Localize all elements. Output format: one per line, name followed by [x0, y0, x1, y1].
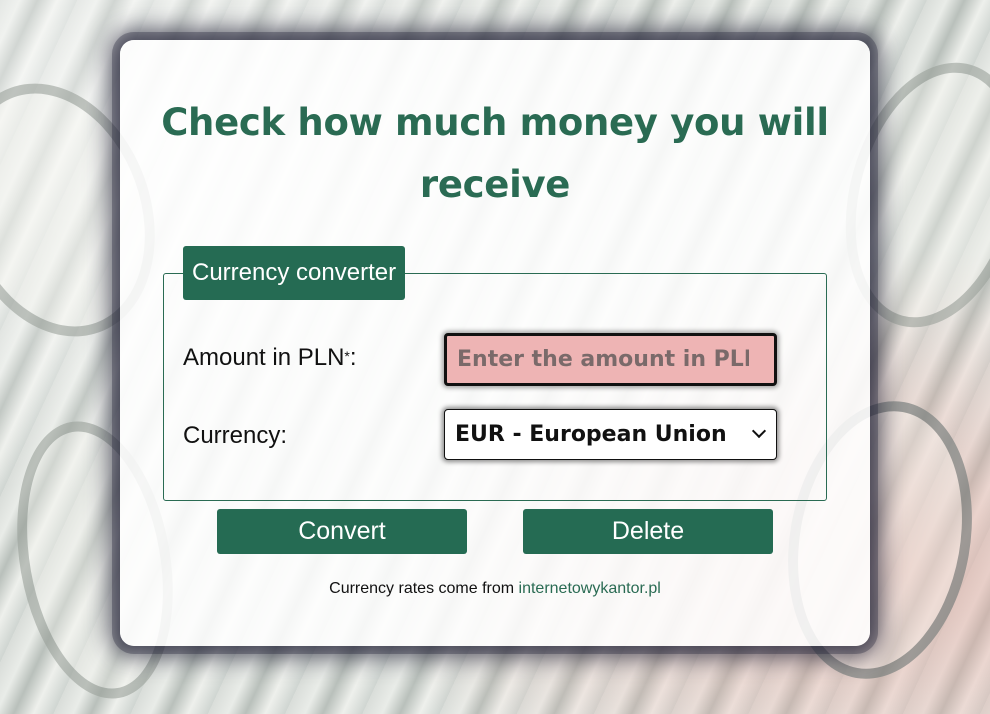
amount-label-colon: :	[349, 344, 357, 371]
currency-select[interactable]: EUR - European Union	[444, 409, 777, 460]
currency-label: Currency:	[183, 422, 288, 449]
required-mark: *	[344, 348, 350, 364]
currency-selected-value: EUR - European Union	[455, 422, 727, 447]
page-title: Check how much money you will receive	[161, 101, 829, 206]
delete-button[interactable]: Delete	[523, 509, 773, 554]
convert-button[interactable]: Convert	[217, 509, 467, 554]
rates-source-note: Currency rates come from internetowykant…	[120, 580, 870, 598]
fieldset-legend: Currency converter	[183, 246, 406, 300]
amount-label: Amount in PLN*:	[183, 343, 357, 373]
chevron-down-icon	[751, 423, 767, 439]
rates-source-link[interactable]: internetowykantor.pl	[519, 580, 661, 597]
rates-source-text: Currency rates come from	[329, 580, 515, 597]
converter-card: Check how much money you will receive Cu…	[120, 40, 870, 646]
amount-input[interactable]	[444, 333, 777, 386]
converter-fieldset	[163, 273, 827, 501]
amount-label-text: Amount in PLN	[183, 344, 345, 371]
